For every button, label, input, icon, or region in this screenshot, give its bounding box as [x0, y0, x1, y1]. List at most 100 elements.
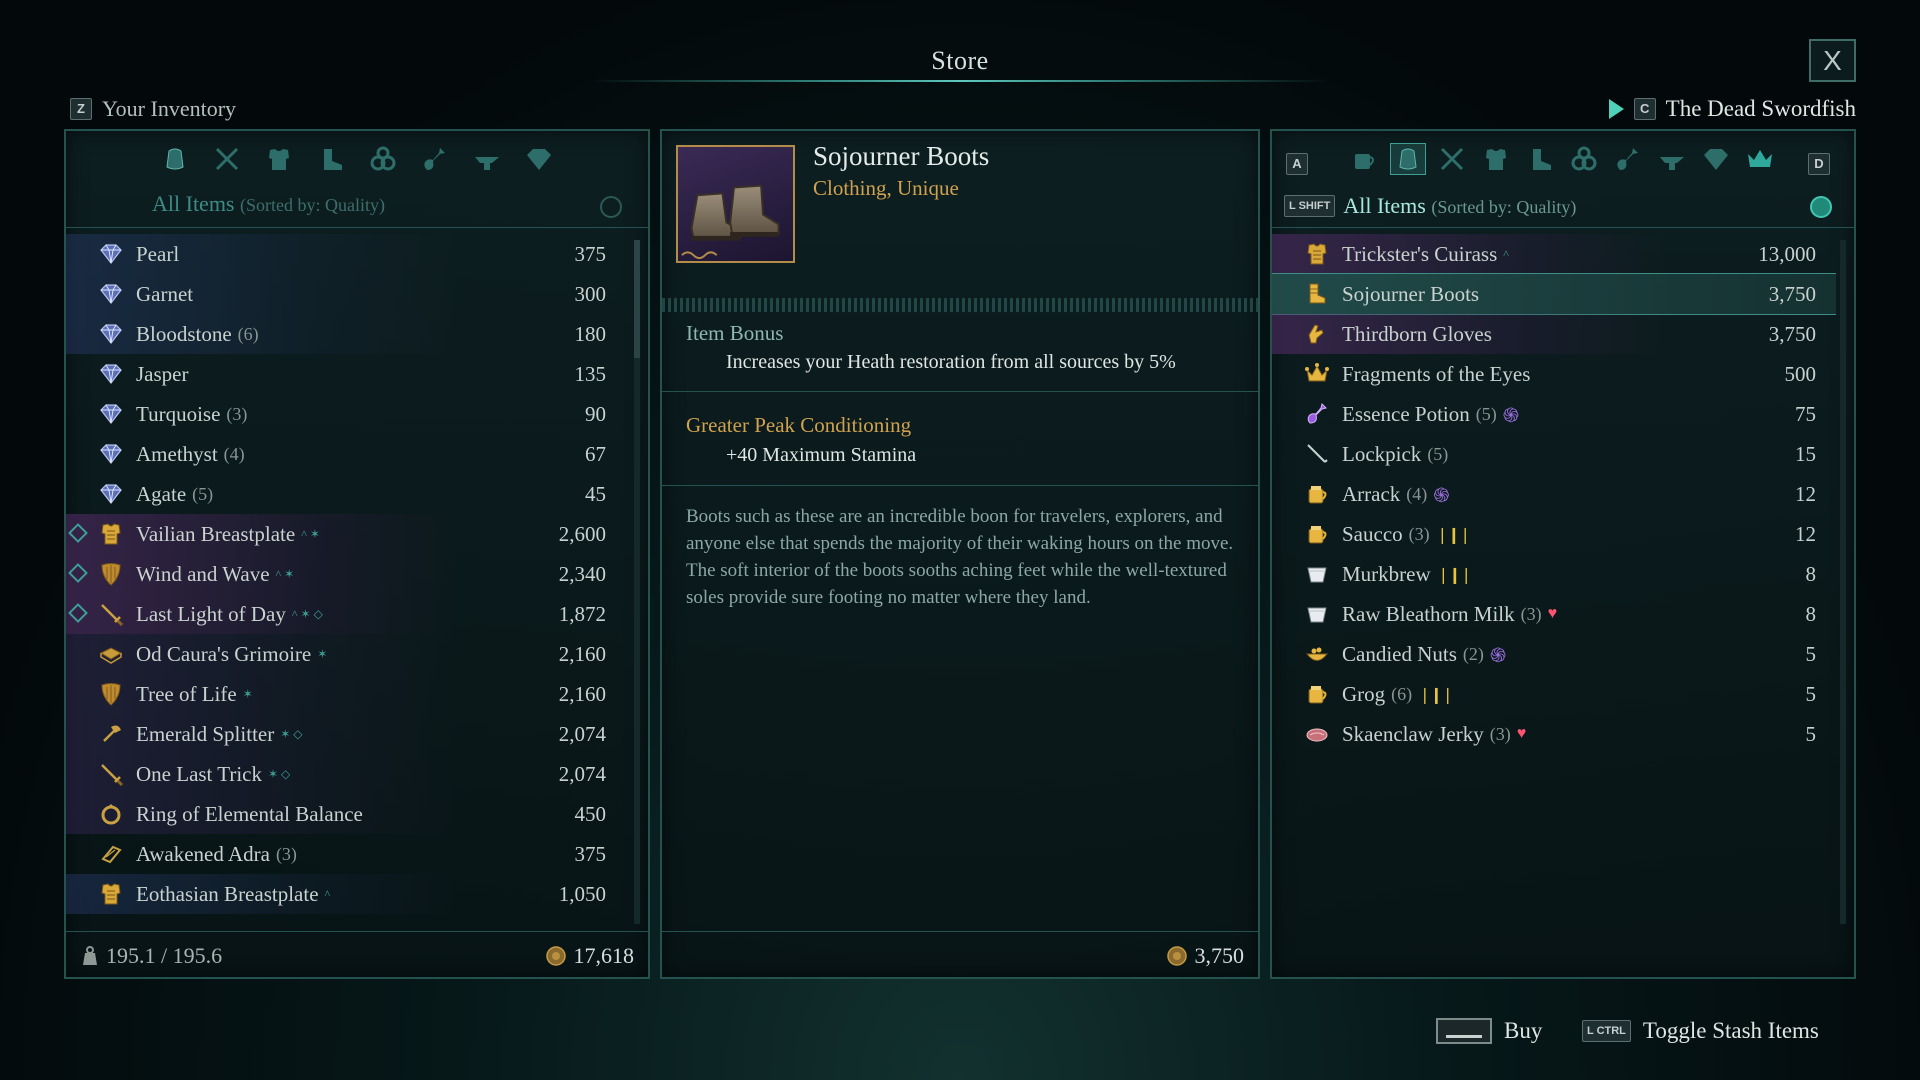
item-name: One Last Trick — [136, 761, 262, 786]
category-consumables-icon[interactable] — [1611, 144, 1645, 174]
item-value: 75 — [1795, 401, 1816, 426]
vendor-sort-label: (Sorted by: Quality) — [1431, 197, 1577, 217]
inventory-list: Pearl 375 Garnet 300 Bloodstone (6) 180 Jasper 1… — [66, 234, 626, 928]
item-quantity: (5) — [1427, 443, 1449, 464]
item-quantity: (6) — [237, 323, 259, 344]
category-tools-icon[interactable] — [470, 144, 504, 174]
item-row[interactable]: Eothasian Breastplate ^ 1,050 — [66, 874, 626, 914]
category-rings-icon[interactable] — [366, 144, 400, 174]
gem-icon — [96, 479, 126, 509]
item-row[interactable]: Pearl 375 — [66, 234, 626, 274]
item-name-cell: Candied Nuts (2) ֍ — [1342, 641, 1806, 668]
item-name: Eothasian Breastplate — [136, 881, 319, 906]
bowl-icon — [1302, 639, 1332, 669]
category-crown-icon[interactable] — [1743, 144, 1777, 174]
item-row[interactable]: Candied Nuts (2) ֍ 5 — [1272, 634, 1836, 674]
vendor-filter[interactable]: L SHIFT All Items (Sorted by: Quality) — [1284, 193, 1576, 219]
vendor-sort-toggle-icon[interactable] — [1810, 196, 1832, 218]
item-row[interactable]: Grog (6) ❘❙❘ 5 — [1272, 674, 1836, 714]
item-row[interactable]: Od Caura's Grimoire ✶ 2,160 — [66, 634, 626, 674]
quality-marks: ^ — [1503, 246, 1509, 261]
vendor-title: The Dead Swordfish — [1665, 96, 1856, 121]
item-row[interactable]: Wind and Wave ^ ✶ 2,340 — [66, 554, 626, 594]
bottle-icon — [1302, 479, 1332, 509]
item-row[interactable]: Last Light of Day ^ ✶ ◇ 1,872 — [66, 594, 626, 634]
category-armor-icon[interactable] — [262, 144, 296, 174]
item-name-cell: Bloodstone (6) — [136, 322, 575, 347]
item-row[interactable]: Sojourner Boots 3,750 — [1272, 273, 1836, 315]
inventory-filter[interactable]: All Items (Sorted by: Quality) — [152, 191, 385, 217]
item-row[interactable]: Ring of Elemental Balance 450 — [66, 794, 626, 834]
player-gold: 17,618 — [545, 943, 634, 969]
category-gems-icon[interactable] — [522, 144, 556, 174]
item-value: 375 — [574, 841, 607, 866]
item-row[interactable]: Arrack (4) ֍ 12 — [1272, 474, 1836, 514]
prev-category-hint[interactable]: A — [1286, 153, 1308, 175]
next-category-hint[interactable]: D — [1808, 153, 1830, 175]
inventory-scrollbar[interactable] — [634, 240, 640, 924]
toggle-stash-hint[interactable]: L CTRL Toggle Stash Items — [1582, 1018, 1819, 1044]
item-value: 500 — [1784, 361, 1817, 386]
item-price: 3,750 — [1166, 943, 1244, 969]
item-value: 5 — [1805, 641, 1817, 666]
item-row[interactable]: Vailian Breastplate ^ ✶ 2,600 — [66, 514, 626, 554]
item-row[interactable]: Lockpick (5) 15 — [1272, 434, 1836, 474]
item-value: 450 — [574, 801, 607, 826]
category-clothing-icon[interactable] — [314, 144, 348, 174]
item-row[interactable]: Tree of Life ✶ 2,160 — [66, 674, 626, 714]
potion-icon — [1302, 399, 1332, 429]
item-name-cell: Eothasian Breastplate ^ — [136, 882, 559, 907]
vendor-scrollbar[interactable] — [1840, 240, 1846, 924]
category-weapons-icon[interactable] — [1435, 144, 1469, 174]
sort-toggle-icon[interactable] — [600, 196, 622, 218]
item-value: 135 — [574, 361, 607, 386]
item-name: Skaenclaw Jerky — [1342, 721, 1484, 746]
item-row[interactable]: Fragments of the Eyes 500 — [1272, 354, 1836, 394]
category-all-items-icon[interactable] — [1390, 143, 1426, 175]
inventory-panel: All Items (Sorted by: Quality) Pearl 375 G… — [64, 129, 650, 979]
category-armor-icon[interactable] — [1479, 144, 1513, 174]
item-row[interactable]: Turquoise (3) 90 — [66, 394, 626, 434]
category-tools-icon[interactable] — [1655, 144, 1689, 174]
item-value: 2,600 — [558, 521, 606, 546]
item-value: 12 — [1795, 481, 1816, 506]
category-rings-icon[interactable] — [1567, 144, 1601, 174]
item-value: 2,160 — [558, 681, 606, 706]
item-value: 375 — [574, 241, 607, 266]
item-row[interactable]: Thirdborn Gloves 3,750 — [1272, 314, 1836, 354]
crown-icon — [1302, 359, 1332, 389]
item-row[interactable]: Murkbrew ❘❙❘ 8 — [1272, 554, 1836, 594]
armor-icon — [96, 519, 126, 549]
category-all-items-icon[interactable] — [158, 144, 192, 174]
item-name: Garnet — [136, 281, 194, 306]
category-weapons-icon[interactable] — [210, 144, 244, 174]
item-row[interactable]: Trickster's Cuirass ^ 13,000 — [1272, 234, 1836, 274]
close-button[interactable]: X — [1809, 39, 1856, 82]
item-row[interactable]: Jasper 135 — [66, 354, 626, 394]
item-row[interactable]: Bloodstone (6) 180 — [66, 314, 626, 354]
item-row[interactable]: Garnet 300 — [66, 274, 626, 314]
item-row[interactable]: Emerald Splitter ✶ ◇ 2,074 — [66, 714, 626, 754]
category-gems-icon[interactable] — [1699, 144, 1733, 174]
category-drinks-icon[interactable] — [1347, 144, 1381, 174]
buy-hint[interactable]: Buy — [1436, 1018, 1542, 1044]
meat-icon — [1302, 719, 1332, 749]
sword-icon — [96, 599, 126, 629]
item-row[interactable]: Agate (5) 45 — [66, 474, 626, 514]
item-row[interactable]: Saucco (3) ❘❙❘ 12 — [1272, 514, 1836, 554]
category-consumables-icon[interactable] — [418, 144, 452, 174]
category-clothing-icon[interactable] — [1523, 144, 1557, 174]
item-row[interactable]: Awakened Adra (3) 375 — [66, 834, 626, 874]
item-row[interactable]: Essence Potion (5) ֍ 75 — [1272, 394, 1836, 434]
item-row[interactable]: Amethyst (4) 67 — [66, 434, 626, 474]
item-name: Jasper — [136, 361, 189, 386]
item-row[interactable]: Raw Bleathorn Milk (3) ♥ 8 — [1272, 594, 1836, 634]
item-name-cell: Lockpick (5) — [1342, 442, 1795, 467]
item-value: 180 — [574, 321, 607, 346]
item-value: 15 — [1795, 441, 1816, 466]
item-row[interactable]: Skaenclaw Jerky (3) ♥ 5 — [1272, 714, 1836, 754]
item-row[interactable]: One Last Trick ✶ ◇ 2,074 — [66, 754, 626, 794]
inventory-scroll-thumb[interactable] — [634, 240, 640, 358]
inventory-header: Z Your Inventory — [70, 96, 236, 122]
vendor-key-hint: C — [1633, 98, 1656, 120]
